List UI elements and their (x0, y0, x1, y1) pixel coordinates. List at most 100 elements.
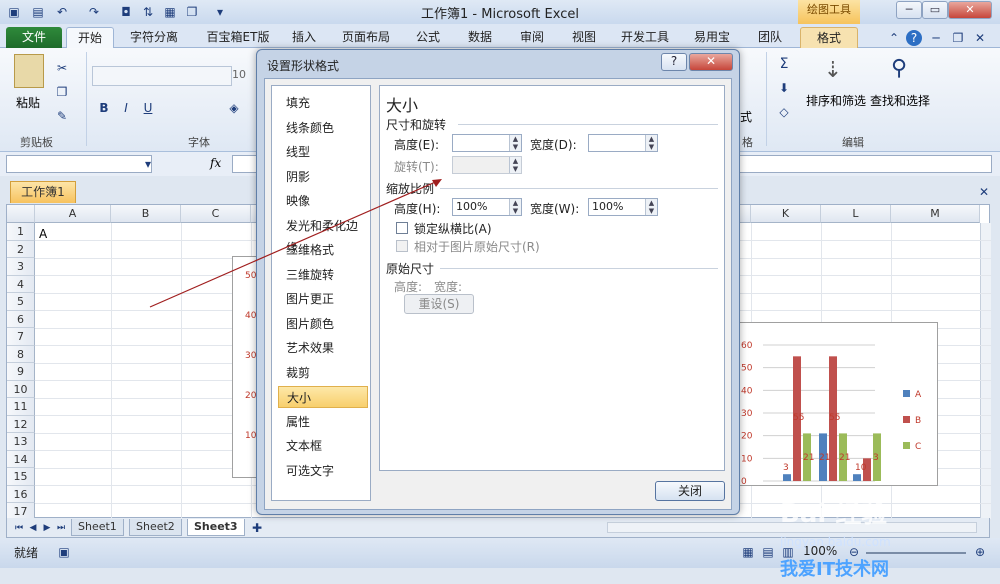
close-button[interactable]: 关闭 (655, 481, 725, 501)
vertical-scrollbar[interactable] (980, 223, 991, 519)
category-item[interactable]: 三维格式 (278, 239, 368, 261)
tab-review[interactable]: 审阅 (514, 27, 550, 48)
row-header[interactable]: 13 (7, 433, 35, 451)
tab-formulas[interactable]: 公式 (410, 27, 446, 48)
tab-team[interactable]: 团队 (752, 27, 788, 48)
category-item[interactable]: 属性 (278, 411, 368, 433)
column-header-a[interactable]: A (35, 205, 111, 223)
sort-filter-button[interactable]: 排序和筛选 (806, 92, 866, 109)
row-header[interactable]: 6 (7, 310, 35, 328)
name-box-dropdown-icon[interactable]: ▾ (140, 156, 156, 172)
tab-insert[interactable]: 插入 (286, 27, 322, 48)
insert-sheet-icon[interactable]: ✚ (249, 520, 265, 536)
tab-file[interactable]: 文件 (6, 27, 62, 48)
ribbon-collapse-icon[interactable]: ⌃ (886, 30, 902, 46)
row-header[interactable]: 14 (7, 450, 35, 468)
category-item[interactable]: 图片更正 (278, 288, 368, 310)
tab-page-layout[interactable]: 页面布局 (336, 27, 396, 48)
paste-label[interactable]: 粘贴 (16, 94, 40, 111)
category-item[interactable]: 映像 (278, 190, 368, 212)
width-spinner[interactable]: ▲ ▼ (588, 134, 658, 152)
sheet-tab-2[interactable]: Sheet2 (129, 519, 182, 536)
doc-restore-icon[interactable]: ❐ (950, 30, 966, 46)
macro-record-icon[interactable]: ▣ (56, 544, 72, 560)
normal-view-icon[interactable]: ▦ (740, 544, 756, 560)
sort-filter-icon[interactable]: ⇣ (818, 58, 848, 86)
cell-a1[interactable]: A (39, 227, 47, 241)
maximize-button[interactable]: ▭ (922, 1, 948, 19)
rotate-spinner[interactable]: ▲ ▼ (452, 156, 522, 174)
category-item[interactable]: 阴影 (278, 166, 368, 188)
doc-minimize-icon[interactable]: ─ (928, 30, 944, 46)
close-window-button[interactable]: ✕ (948, 1, 992, 19)
reset-button[interactable]: 重设(S) (404, 294, 474, 314)
category-item[interactable]: 线型 (278, 141, 368, 163)
column-header-c[interactable]: C (181, 205, 251, 223)
lock-aspect-checkbox[interactable] (396, 222, 408, 234)
column-header-k[interactable]: K (751, 205, 821, 223)
tab-toolbox[interactable]: 百宝箱ET版 (196, 27, 280, 48)
workbook-tab[interactable]: 工作簿1 (10, 181, 76, 203)
sheet-tab-1[interactable]: Sheet1 (71, 519, 124, 536)
tab-char-split[interactable]: 字符分离 (122, 27, 186, 48)
tab-view[interactable]: 视图 (566, 27, 602, 48)
select-all-corner[interactable] (7, 205, 35, 223)
dialog-close-button[interactable]: ✕ (689, 53, 733, 71)
category-item[interactable]: 可选文字 (278, 460, 368, 482)
lock-aspect-label[interactable]: 锁定纵横比(A) (414, 220, 492, 237)
row-header[interactable]: 16 (7, 485, 35, 503)
dialog-help-button[interactable]: ? (661, 53, 687, 71)
scale-height-spinner[interactable]: 100% ▲ ▼ (452, 198, 522, 216)
fill-down-icon[interactable]: ⬇ (776, 80, 792, 96)
insert-function-icon[interactable]: fx (210, 156, 221, 170)
category-item[interactable]: 发光和柔化边缘 (278, 215, 368, 255)
category-item[interactable]: 裁剪 (278, 362, 368, 384)
row-header[interactable]: 2 (7, 240, 35, 258)
tab-developer[interactable]: 开发工具 (614, 27, 676, 48)
font-size-box[interactable]: 10 (232, 68, 246, 81)
find-select-button[interactable]: 查找和选择 (870, 92, 930, 109)
underline-icon[interactable]: U (140, 100, 156, 116)
name-box[interactable] (6, 155, 152, 173)
chart-right[interactable]: 60 50 40 30 20 10 0 55 55 21 21 21 3 10 3 A B C (734, 322, 938, 487)
row-header[interactable]: 4 (7, 275, 35, 293)
row-header[interactable]: 7 (7, 328, 35, 346)
workbook-tab-close-icon[interactable]: ✕ (976, 184, 992, 200)
font-name-box[interactable] (92, 66, 232, 86)
column-header-b[interactable]: B (111, 205, 181, 223)
tab-easy-tools[interactable]: 易用宝 (688, 27, 736, 48)
page-layout-view-icon[interactable]: ▤ (760, 544, 776, 560)
tab-format[interactable]: 格式 (800, 27, 858, 48)
column-header-l[interactable]: L (821, 205, 891, 223)
tab-home[interactable]: 开始 (66, 27, 114, 48)
last-sheet-icon[interactable]: ⏭ (53, 520, 69, 536)
autosum-icon[interactable]: Σ (776, 56, 792, 72)
category-item[interactable]: 三维旋转 (278, 264, 368, 286)
doc-close-icon[interactable]: ✕ (972, 30, 988, 46)
category-item[interactable]: 图片颜色 (278, 313, 368, 335)
format-painter-icon[interactable]: ✎ (54, 108, 70, 124)
copy-icon[interactable]: ❐ (54, 84, 70, 100)
row-header[interactable]: 1 (7, 223, 35, 241)
cut-icon[interactable]: ✂ (54, 60, 70, 76)
category-item[interactable]: 文本框 (278, 435, 368, 457)
category-item[interactable]: 大小 (278, 386, 368, 408)
help-icon[interactable]: ? (906, 30, 922, 46)
row-header[interactable]: 12 (7, 415, 35, 433)
sheet-tab-3[interactable]: Sheet3 (187, 519, 245, 536)
row-header[interactable]: 10 (7, 380, 35, 398)
tab-data[interactable]: 数据 (462, 27, 498, 48)
binoculars-icon[interactable]: ⚲ (884, 56, 914, 84)
paste-icon[interactable] (14, 54, 44, 88)
relative-size-checkbox[interactable] (396, 240, 408, 252)
clear-icon[interactable]: ◇ (776, 104, 792, 120)
category-item[interactable]: 线条颜色 (278, 117, 368, 139)
column-header-m[interactable]: M (891, 205, 980, 223)
row-header[interactable]: 8 (7, 345, 35, 363)
category-item[interactable]: 填充 (278, 92, 368, 114)
minimize-button[interactable]: ─ (896, 1, 922, 19)
italic-icon[interactable]: I (118, 100, 134, 116)
row-header[interactable]: 5 (7, 293, 35, 311)
cell-styles-tail[interactable]: 式 (740, 108, 752, 125)
row-header[interactable]: 3 (7, 258, 35, 276)
